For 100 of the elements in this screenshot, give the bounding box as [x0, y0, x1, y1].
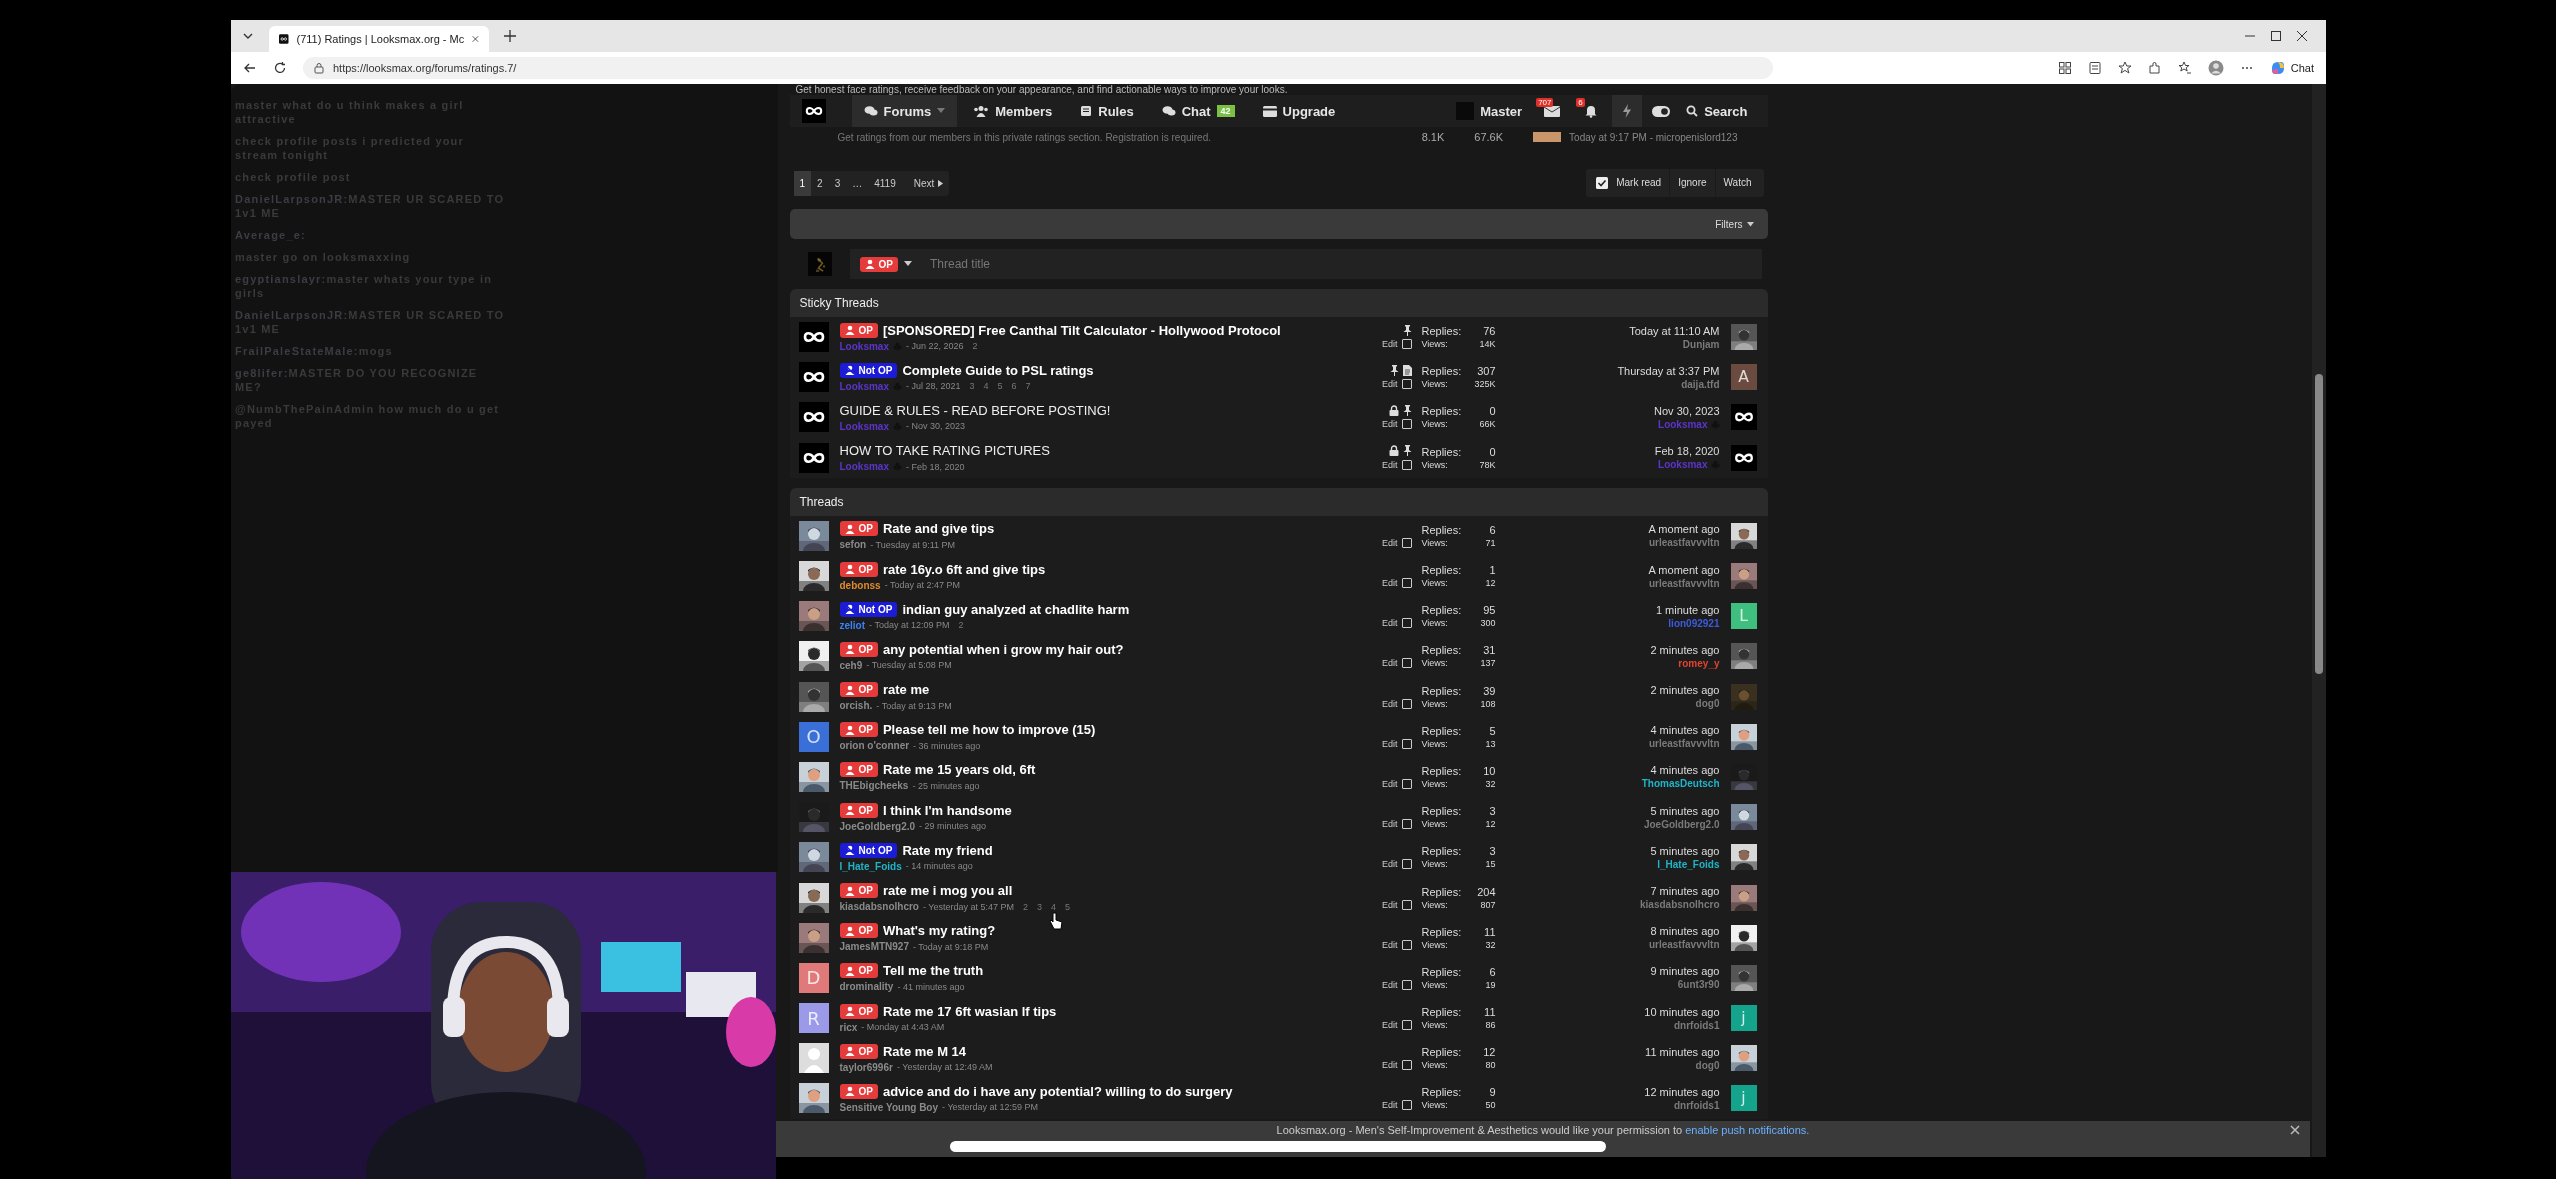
page-link[interactable]: 4119 [868, 170, 902, 196]
select-checkbox[interactable] [1401, 778, 1412, 789]
thread-title[interactable]: Rate me M 14 [882, 1043, 967, 1059]
thread-title[interactable]: Rate me 17 6ft wasian lf tips [882, 1003, 1057, 1019]
page-link[interactable]: 4 [983, 381, 989, 392]
whats-new-button[interactable] [1612, 95, 1643, 127]
edit-link[interactable]: Edit [1382, 778, 1398, 789]
page-link[interactable]: 1 [793, 170, 812, 196]
last-post-time[interactable]: Nov 30, 2023 [1654, 404, 1720, 417]
prefix-label[interactable]: OP [839, 521, 878, 537]
select-checkbox[interactable] [1401, 859, 1412, 870]
username[interactable]: kiasdabsnolhcro [1640, 899, 1720, 911]
username[interactable]: Sensitive Young Boy [839, 1101, 939, 1113]
select-checkbox[interactable] [1401, 1060, 1412, 1071]
select-checkbox[interactable] [1401, 738, 1412, 749]
filters-button[interactable]: Filters [1715, 218, 1754, 230]
last-post-time[interactable]: 2 minutes ago [1650, 684, 1720, 697]
avatar[interactable]: A [1730, 364, 1757, 391]
scrollbar[interactable] [2312, 84, 2326, 1157]
edit-link[interactable]: Edit [1382, 578, 1398, 589]
select-checkbox[interactable] [1401, 618, 1412, 629]
page-link[interactable]: 7 [1025, 381, 1031, 392]
nav-tab[interactable]: Forums [851, 95, 958, 127]
last-post[interactable]: Today at 9:17 PM - micropenislord123 [1569, 131, 1738, 143]
prefix-label[interactable]: OP [839, 762, 878, 778]
thread-title[interactable]: Complete Guide to PSL ratings [902, 362, 1094, 378]
last-post-time[interactable]: A moment ago [1648, 563, 1720, 576]
prefix-label[interactable]: OP [839, 1003, 878, 1019]
edit-link[interactable]: Edit [1382, 738, 1398, 749]
thread-title[interactable]: any potential when i grow my hair out? [882, 641, 1124, 657]
back-icon[interactable] [243, 61, 257, 75]
user-menu[interactable]: Master [1448, 102, 1531, 120]
username[interactable]: dnrfoids1 [1673, 1019, 1720, 1031]
thread-title[interactable]: rate 16y.o 6ft and give tips [882, 561, 1046, 577]
nav-tab[interactable]: Rules [1068, 95, 1146, 127]
page-link[interactable]: 5 [997, 381, 1003, 392]
username[interactable]: THEbigcheeks [839, 780, 909, 792]
select-checkbox[interactable] [1401, 1020, 1412, 1031]
prefix-label[interactable]: OP [839, 641, 878, 657]
username[interactable]: taylor6996r [839, 1061, 893, 1073]
thread-title[interactable]: rate me i mog you all [882, 883, 1013, 899]
thread-title[interactable]: [SPONSORED] Free Canthal Tilt Calculator - Hollywood Protocol [882, 322, 1281, 338]
username[interactable]: I_Hate_Foids [839, 860, 902, 872]
nav-tab[interactable]: Members [961, 95, 1065, 127]
prefix-label[interactable]: OP [839, 322, 878, 338]
app-grid-icon[interactable] [2057, 61, 2072, 75]
page-link[interactable]: 2 [972, 341, 978, 352]
nav-tab[interactable]: Upgrade [1250, 95, 1348, 127]
search-button[interactable]: Search [1674, 95, 1760, 127]
username[interactable]: zeliot [839, 619, 866, 631]
username[interactable]: Dunjam [1682, 338, 1720, 350]
username[interactable]: drominality [839, 981, 894, 993]
thread-title[interactable]: Rate me 15 years old, 6ft [882, 762, 1036, 778]
star-icon[interactable] [2117, 61, 2132, 75]
username[interactable]: debonss [839, 579, 881, 591]
last-post-time[interactable]: 9 minutes ago [1650, 965, 1720, 978]
page-link[interactable]: 3 [828, 170, 847, 196]
last-post-time[interactable]: 10 minutes ago [1644, 1005, 1720, 1018]
thread-title[interactable]: GUIDE & RULES - READ BEFORE POSTING! [839, 402, 1111, 418]
page-link[interactable]: 6 [1011, 381, 1017, 392]
avatar[interactable]: O [798, 721, 829, 752]
prefix-label[interactable]: OP [839, 561, 878, 577]
edit-link[interactable]: Edit [1382, 979, 1398, 990]
prefix-label[interactable]: OP [839, 923, 878, 939]
thread-title[interactable]: Rate my friend [902, 842, 993, 858]
last-post-time[interactable]: 8 minutes ago [1650, 925, 1720, 938]
edit-link[interactable]: Edit [1382, 618, 1398, 629]
edit-link[interactable]: Edit [1382, 1100, 1398, 1111]
last-post-time[interactable]: 5 minutes ago [1650, 844, 1720, 857]
refresh-icon[interactable] [273, 61, 287, 75]
edit-link[interactable]: Edit [1382, 819, 1398, 830]
close-icon[interactable] [2296, 30, 2308, 42]
reader-icon[interactable] [2087, 61, 2102, 75]
copilot-button[interactable]: Chat [2269, 60, 2314, 76]
extensions-icon[interactable] [2147, 61, 2162, 75]
enable-notifications-link[interactable]: enable push notifications. [1685, 1124, 1810, 1136]
select-checkbox[interactable] [1401, 698, 1412, 709]
select-checkbox[interactable] [1401, 1100, 1412, 1111]
prefix-label[interactable]: OP [839, 1083, 878, 1099]
username[interactable]: daija.tfd [1681, 378, 1720, 390]
thread-title[interactable]: Rate and give tips [882, 521, 995, 537]
edit-link[interactable]: Edit [1382, 698, 1398, 709]
last-post-time[interactable]: 4 minutes ago [1650, 724, 1720, 737]
favorites-icon[interactable] [2177, 61, 2192, 75]
next-link[interactable]: Next [907, 170, 950, 196]
edit-link[interactable]: Edit [1382, 537, 1398, 548]
prefix-label[interactable]: OP [839, 682, 878, 698]
profile-icon[interactable] [2207, 60, 2224, 76]
select-checkbox[interactable] [1401, 379, 1412, 390]
last-post-time[interactable]: Today at 11:10 AM [1629, 324, 1720, 337]
thread-title[interactable]: indian guy analyzed at chadlite harm [902, 601, 1130, 617]
page-link[interactable]: 3 [969, 381, 975, 392]
thread-title[interactable]: Please tell me how to improve (15) [882, 722, 1096, 738]
prefix-label[interactable]: OP [839, 802, 878, 818]
select-checkbox[interactable] [1401, 658, 1412, 669]
prefix-label[interactable]: Not OP [839, 842, 898, 858]
prefix-label[interactable]: OP [839, 883, 878, 899]
select-checkbox[interactable] [1401, 819, 1412, 830]
edit-link[interactable]: Edit [1382, 339, 1398, 350]
edit-link[interactable]: Edit [1382, 379, 1398, 390]
